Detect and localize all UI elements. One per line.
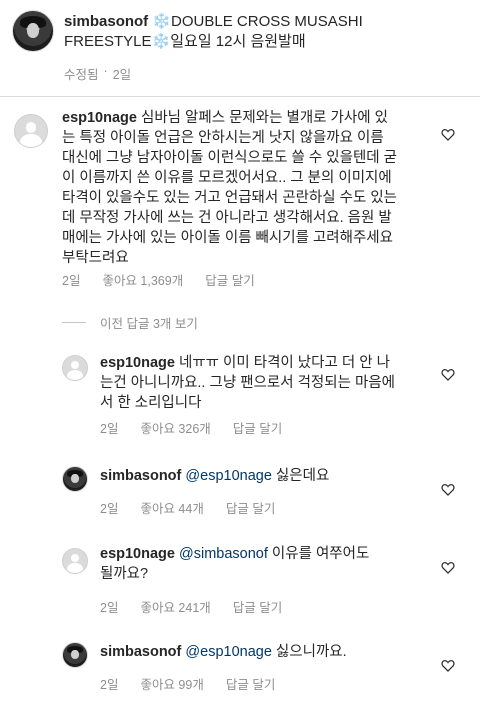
edited-label: 수정됨 [64, 68, 99, 82]
heart-icon[interactable] [441, 128, 455, 141]
heart-icon[interactable] [441, 561, 455, 574]
reply-username[interactable]: esp10nage [100, 355, 175, 371]
mention-link[interactable]: @simbasonof [179, 546, 268, 562]
comment-username[interactable]: esp10nage [62, 110, 137, 126]
reply-text: esp10nage 네ㅠㅠ 이미 타격이 났다고 더 안 나 는건 아니니까요.… [100, 355, 395, 411]
heart-icon[interactable] [441, 659, 455, 672]
reply-button[interactable]: 답글 달기 [226, 498, 275, 517]
post-time: 2일 [112, 68, 132, 82]
reply-button[interactable]: 답글 달기 [226, 674, 275, 693]
reply-username[interactable]: simbasonof [100, 644, 181, 660]
like-count[interactable]: 좋아요 1,369개 [102, 270, 183, 289]
post-caption: simbasonof ❄️DOUBLE CROSS MUSASHI FREEST… [64, 12, 464, 52]
reply-text: esp10nage @simbasonof 이유를 여쭈어도 될까요? [100, 546, 370, 582]
divider [0, 96, 480, 97]
reply-button[interactable]: 답글 달기 [205, 270, 254, 289]
reply-meta: 2일 좋아요 44개 답글 달기 [100, 498, 275, 517]
avatar[interactable] [62, 642, 88, 668]
snowflake-icon: ❄️ [152, 13, 172, 30]
meta-dot: · [103, 64, 108, 78]
view-replies-button[interactable]: 이전 답글 3개 보기 [62, 313, 198, 332]
caption-line1: DOUBLE CROSS MUSASHI [171, 13, 363, 30]
reply-text: simbasonof @esp10nage 싫으니까요. [100, 644, 347, 660]
reply-meta: 2일 좋아요 241개 답글 달기 [100, 597, 282, 616]
reply-username[interactable]: esp10nage [100, 546, 175, 562]
reply-text: simbasonof @esp10nage 싫은데요 [100, 468, 330, 484]
avatar[interactable] [62, 548, 88, 574]
comment-text: esp10nage 심바님 알페스 문제와는 별개로 가사에 있 는 특정 아이… [62, 110, 398, 266]
comment-meta: 2일 좋아요 1,369개 답글 달기 [62, 270, 255, 289]
post-username[interactable]: simbasonof [64, 13, 148, 30]
reply-meta: 2일 좋아요 326개 답글 달기 [100, 418, 282, 437]
view-replies-label: 이전 답글 3개 보기 [100, 317, 198, 331]
reply-button[interactable]: 답글 달기 [233, 418, 282, 437]
mention-link[interactable]: @esp10nage [185, 468, 271, 484]
post-meta: 수정됨 · 2일 [64, 64, 131, 83]
reply-username[interactable]: simbasonof [100, 468, 181, 484]
avatar[interactable] [62, 355, 88, 381]
caption-line2a: FREESTYLE [64, 33, 152, 50]
reply-meta: 2일 좋아요 99개 답글 달기 [100, 674, 275, 693]
reply-button[interactable]: 답글 달기 [233, 597, 282, 616]
avatar[interactable] [62, 466, 88, 492]
heart-icon[interactable] [441, 368, 455, 381]
caption-line2b: 일요일 12시 음원발매 [170, 33, 306, 50]
mention-link[interactable]: @esp10nage [185, 644, 271, 660]
reply-line [62, 322, 86, 323]
avatar[interactable] [12, 10, 54, 52]
like-count[interactable]: 좋아요 326개 [140, 418, 210, 437]
comment-time: 2일 [62, 274, 81, 288]
avatar[interactable] [14, 114, 48, 148]
like-count[interactable]: 좋아요 99개 [140, 674, 203, 693]
like-count[interactable]: 좋아요 241개 [140, 597, 210, 616]
snowflake-icon: ❄️ [151, 33, 171, 50]
like-count[interactable]: 좋아요 44개 [140, 498, 203, 517]
heart-icon[interactable] [441, 483, 455, 496]
